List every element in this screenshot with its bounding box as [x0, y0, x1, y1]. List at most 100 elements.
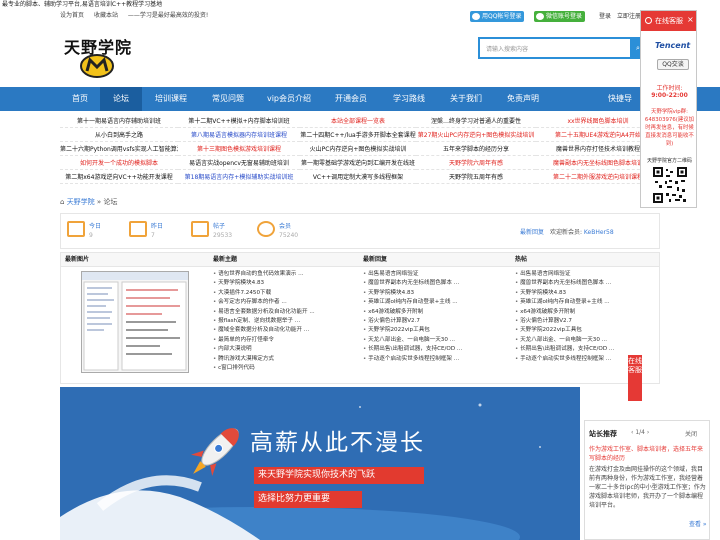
course-link[interactable]: 第八期易语言模拟器内存培训班课程 — [178, 130, 300, 142]
list-item[interactable]: 浴火偏色计算器V2.7 — [515, 317, 659, 326]
list-item[interactable]: 腾讯游戏大漠稀定方式 — [213, 355, 357, 364]
list-item[interactable]: 魔域全套数据分析及自动化功能开 ... — [213, 326, 357, 335]
list-item[interactable]: 浴火偏色计算器V2.7 — [363, 317, 509, 326]
latest-image-thumbnail[interactable] — [81, 271, 189, 373]
course-link[interactable]: VC++调用定制大漠写多线程框架 — [300, 172, 416, 184]
recommend-pager: ‹ 1/4 › — [631, 429, 650, 436]
course-link[interactable]: 第二十六期Python调用vsfs实现人工智能算法 — [60, 144, 178, 156]
breadcrumb-home[interactable]: 天野学院 — [67, 198, 95, 206]
stat-label: 帖子 — [213, 223, 226, 230]
list-item[interactable]: 天野学院2022vip工具包 — [515, 326, 659, 335]
hours-label: 工作时间: — [656, 85, 683, 92]
course-link[interactable]: 易语言实战opencv无窗易辅助班培训 — [178, 158, 300, 170]
register-link[interactable]: 立即注册 — [617, 13, 641, 20]
course-link[interactable]: 天野学院五周年有感 — [416, 172, 536, 184]
list-item[interactable]: 魔兽世界副本内无坐标线图色脚本 ... — [363, 279, 509, 288]
set-home-link[interactable]: 设为首页 — [60, 12, 84, 19]
list-item[interactable]: 出售易语言网络验证 — [363, 270, 509, 279]
members-icon — [257, 221, 275, 237]
nav-faq[interactable]: 常见问题 — [200, 87, 256, 111]
promo-banner[interactable]: 高薪从此不漫长 来天野学院实现你技术的飞跃 选择比努力更重要 — [60, 387, 580, 540]
list-item[interactable]: 会写定志内存脚本的作者 ... — [213, 298, 357, 307]
course-link[interactable]: 第一期零基础学游戏逆向到汇编开发在线班 — [300, 158, 416, 170]
course-link[interactable]: 本站全部课程一览表 — [300, 116, 416, 128]
course-link[interactable]: 天野学院六周年有感 — [416, 158, 536, 170]
nav-about[interactable]: 关于我们 — [438, 87, 494, 111]
list-item[interactable]: 天龙八部出金、一台电脑一天30 ... — [363, 336, 509, 345]
course-link[interactable]: 第二期x64游戏逆向VC++功能开发课程 — [60, 172, 178, 184]
course-link[interactable]: 第十二期VC++模拟+内存脚本培训班 — [178, 116, 300, 128]
panel-header-replies: 最新回复 — [359, 253, 511, 267]
qq-chat-button[interactable]: QQ交谈 — [657, 59, 689, 70]
new-member-name[interactable]: KeBHer58 — [584, 229, 614, 236]
list-item[interactable]: c窗口排列代码 — [213, 364, 357, 373]
course-link[interactable]: 第27期火山PC内存逆向+图色模拟实战培训 — [416, 130, 536, 142]
list-item[interactable]: 长期出售\出租调试器，支持CE/OD ... — [363, 345, 509, 354]
qq-login-button[interactable]: 用QQ帐号登录 — [470, 11, 525, 22]
nav-open-vip[interactable]: 开通会员 — [322, 87, 380, 111]
course-link[interactable]: 第十三期图色模拟游戏培训课程 — [178, 144, 300, 156]
list-item[interactable]: 易语言全套数据分析及自动化功能开 ... — [213, 308, 357, 317]
online-service-tab[interactable]: 在线客服 — [628, 355, 642, 401]
nav-forum[interactable]: 论坛 — [100, 87, 142, 111]
nav-quick[interactable]: 快捷导 — [600, 87, 640, 111]
nav-disclaimer[interactable]: 免责声明 — [494, 87, 552, 111]
list-item[interactable]: 长期出售\出租调试器，支持CE/OD ... — [515, 345, 659, 354]
recommend-close[interactable]: 关闭 — [685, 429, 697, 438]
hours: 9:00-22:00 — [651, 92, 688, 99]
panel-header-hot: 热帖 — [511, 253, 659, 267]
course-link[interactable]: 涅槃…终身学习对普通人的重要性 — [416, 116, 536, 128]
nav-home[interactable]: 首页 — [60, 87, 100, 111]
list-item[interactable]: 英雄江湖ol纯内存自动登录+主线 ... — [363, 298, 509, 307]
course-link[interactable]: 从小白到高手之路 — [60, 130, 178, 142]
latest-reply-link[interactable]: 最新回复 — [520, 229, 544, 236]
calendar-icon — [129, 221, 147, 237]
list-item[interactable]: 出售易语言网络验证 — [515, 270, 659, 279]
list-item[interactable]: 天野学院模块4.83 — [363, 289, 509, 298]
list-item[interactable]: x64游戏破解多开附制 — [363, 308, 509, 317]
course-link[interactable]: 如何开发一个成功的模拟脚本 — [60, 158, 178, 170]
list-item[interactable]: 内部大漠说明 — [213, 345, 357, 354]
login-link[interactable]: 登录 — [599, 13, 611, 20]
recommend-text: 在游戏打金及由网挂操作的这个领域，我目前有两种身份，作为游戏工作室，我经营着一家… — [589, 466, 706, 509]
course-link[interactable]: 第十一期易语言内存辅助培训班 — [60, 116, 178, 128]
logo-emblem-icon — [80, 54, 114, 78]
course-link[interactable]: 五年来学脚本的经历分享 — [416, 144, 536, 156]
course-link[interactable]: 第18期易语言内存+模拟辅助实战培训班 — [178, 172, 300, 184]
list-item[interactable]: 魔兽世界副本内无坐标线图色脚本 ... — [515, 279, 659, 288]
stat-value: 9 — [89, 232, 93, 239]
list-item[interactable]: 天野学院2022vip工具包 — [363, 326, 509, 335]
qr-code-icon — [653, 167, 687, 203]
list-item[interactable]: 语包世界自动的鱼代码效果演示 ... — [213, 270, 357, 279]
course-link[interactable]: 火山PC内存逆向+图色模拟实战培训 — [300, 144, 416, 156]
close-icon[interactable]: × — [687, 15, 694, 24]
stat-yesterday: 昨日 7 — [129, 220, 189, 246]
list-item[interactable]: 手动逐个启动实世多线程控制框架 ... — [363, 355, 509, 364]
wechat-icon — [536, 13, 544, 20]
main-nav: 首页 论坛 培训课程 常见问题 vip会员介绍 开通会员 学习路线 关于我们 免… — [0, 87, 720, 111]
wechat-login-button[interactable]: 微信账号登录 — [534, 11, 586, 22]
list-item[interactable]: x64游戏破解多开附制 — [515, 308, 659, 317]
favorite-link[interactable]: 收藏本站 — [94, 12, 118, 19]
course-link[interactable]: 第二十四期C++/lua手游多开脚本全套课程 — [300, 130, 416, 142]
topics-list: 语包世界自动的鱼代码效果演示 ...天野学院模块4.83大漠插件7.2450下载… — [213, 270, 357, 373]
nav-vip[interactable]: vip会员介绍 — [256, 87, 322, 111]
list-item[interactable]: 天野学院模块4.83 — [213, 279, 357, 288]
list-item[interactable]: 大漠插件7.2450下载 — [213, 289, 357, 298]
site-logo[interactable]: 天野学院 — [64, 34, 144, 80]
recommend-more[interactable]: 查看 » — [689, 519, 707, 528]
vip-group-note: 天野学院vip群: 648303976(建议加时再发信息，有时候直接发消息可能收… — [644, 109, 695, 147]
nav-roadmap[interactable]: 学习路线 — [380, 87, 438, 111]
auth-links: 登录 立即注册 — [599, 11, 641, 22]
recommend-link[interactable]: 作为游戏工作室、脚本培训者，选择五年来写脚本的经历 — [589, 445, 707, 463]
qq-icon — [472, 13, 480, 20]
list-item[interactable]: 英雄江湖ol纯内存自动登录+主线 ... — [515, 298, 659, 307]
banner-line-1: 来天野学院实现你技术的飞跃 — [258, 470, 376, 480]
list-item[interactable]: 最简单的内存打怪牵令 — [213, 336, 357, 345]
search-input[interactable]: 请输入搜索内容 — [486, 44, 528, 53]
list-item[interactable]: 天野学院模块4.83 — [515, 289, 659, 298]
list-item[interactable]: 报flash定制、逆向找数据举子 ... — [213, 317, 357, 326]
list-item[interactable]: 天龙八部出金、一台电脑一天30 ... — [515, 336, 659, 345]
breadcrumb-current: 论坛 — [103, 198, 118, 206]
nav-courses[interactable]: 培训课程 — [142, 87, 200, 111]
